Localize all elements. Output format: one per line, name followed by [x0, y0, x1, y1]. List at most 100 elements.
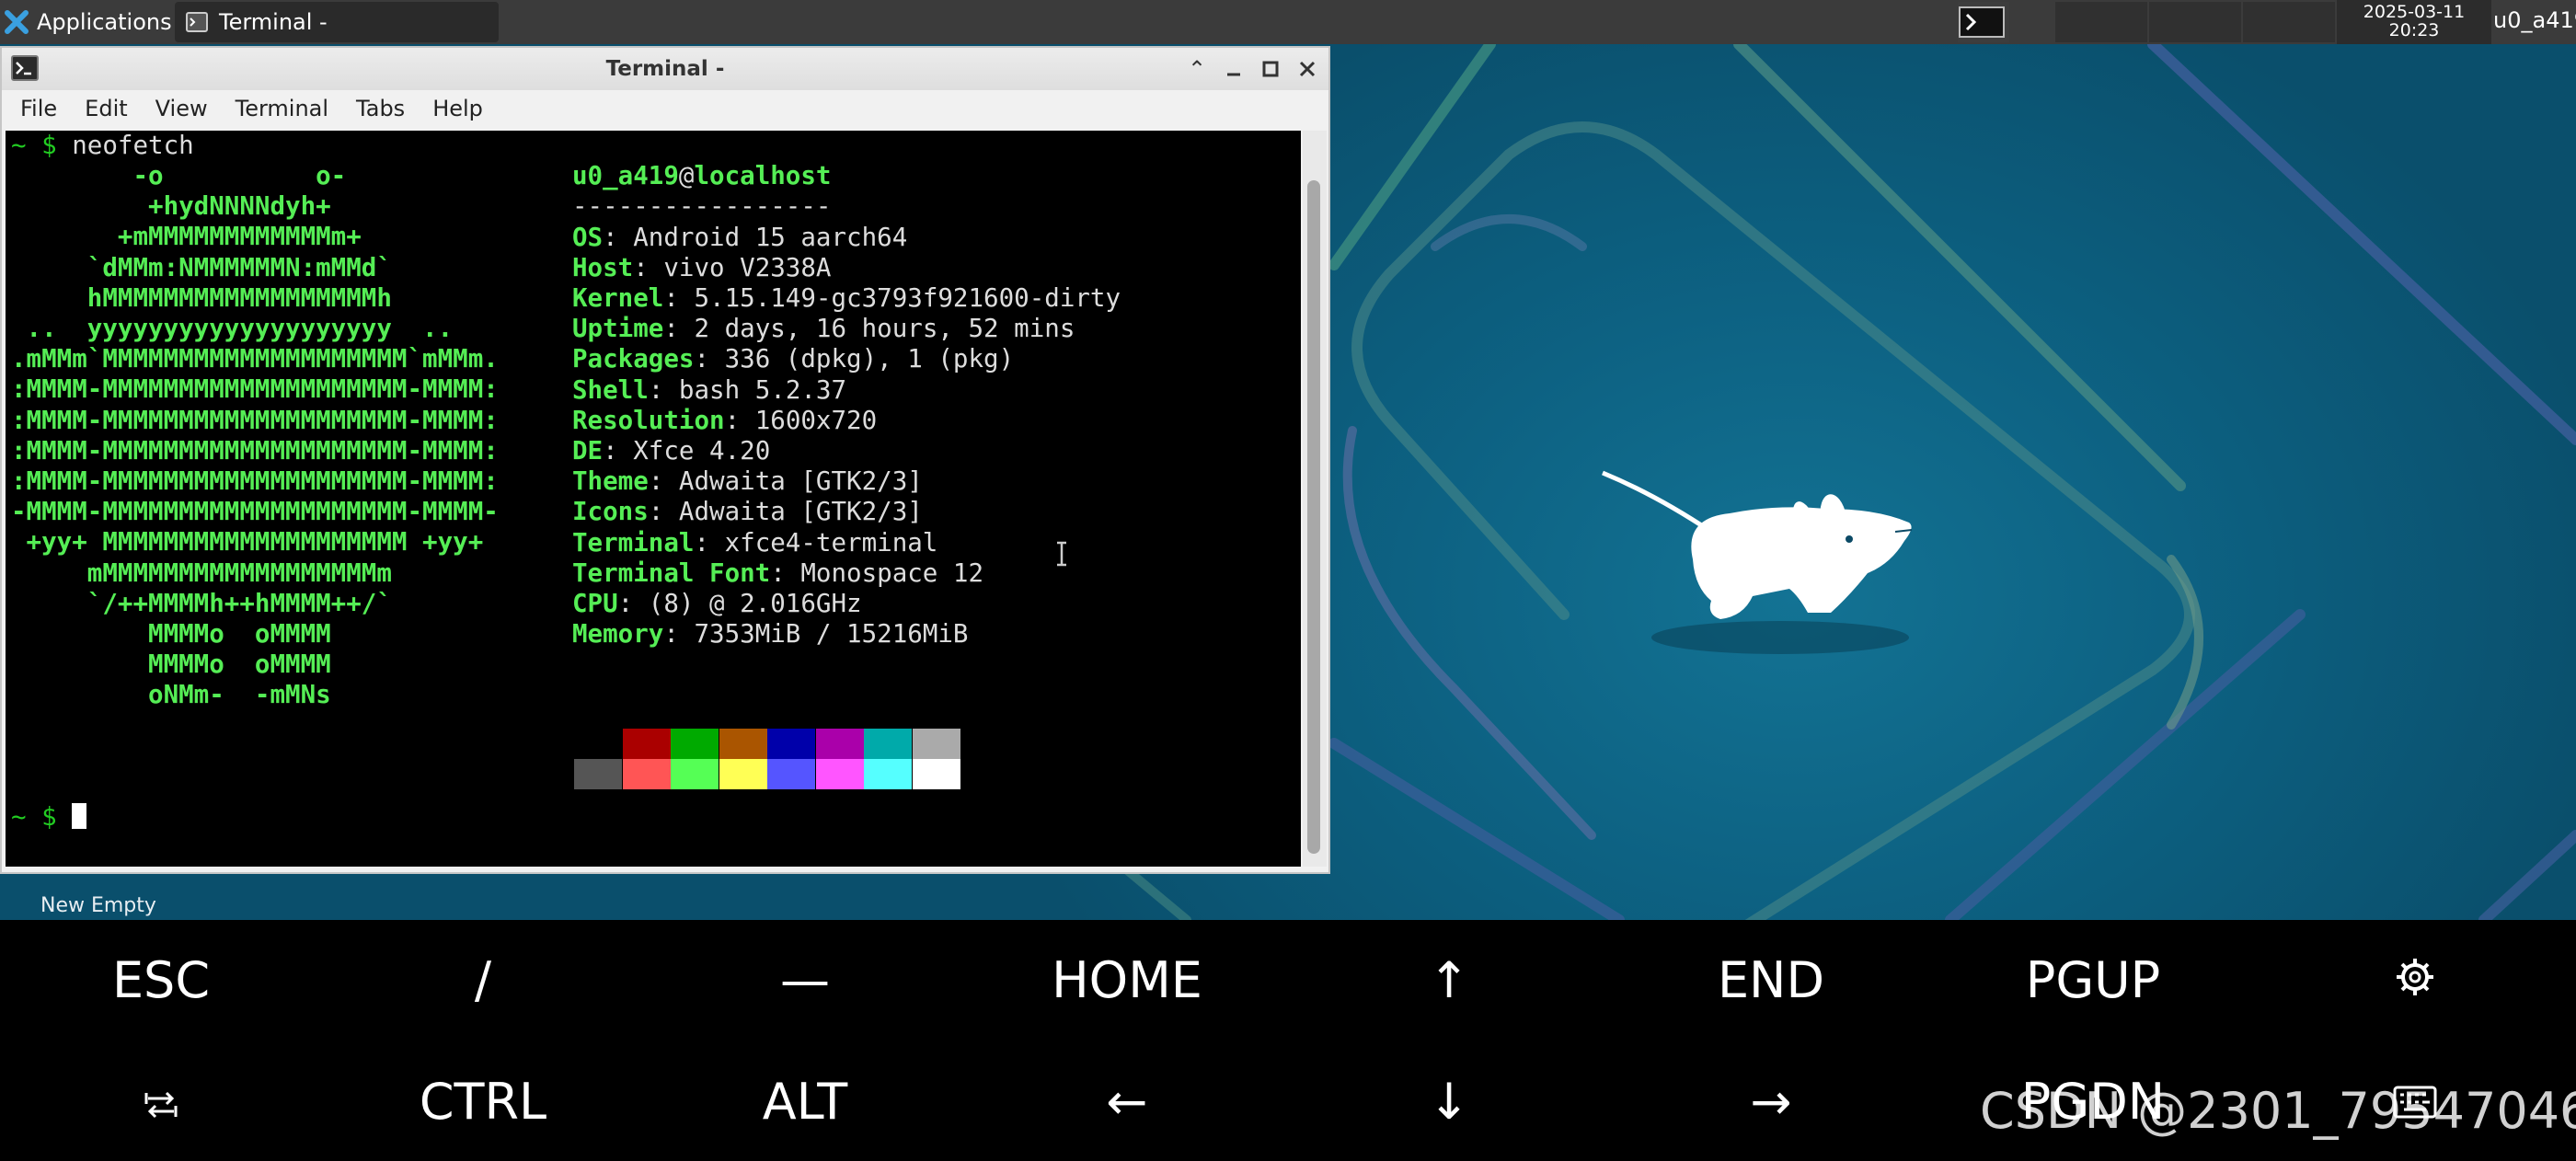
- key-button[interactable]: HOME: [966, 920, 1288, 1040]
- color-swatch: [574, 759, 622, 789]
- clock[interactable]: 2025-03-11 20:23: [2337, 0, 2491, 44]
- key-button[interactable]: ALT: [644, 1041, 966, 1161]
- user-name: u0_a419: [572, 161, 679, 190]
- color-swatch: [912, 729, 960, 759]
- info-row: Terminal: xfce4-terminal: [572, 528, 937, 558]
- user-menu[interactable]: u0_a419: [2486, 0, 2576, 44]
- logo-line: `/++MMMMh++hMMMM++/`: [11, 588, 392, 618]
- color-swatch: [767, 729, 815, 759]
- key-button[interactable]: /: [322, 920, 644, 1040]
- logo-line: +mMMMMMMMMMMMMm+: [11, 222, 362, 252]
- info-value: Monospace 12: [800, 558, 984, 588]
- key-button[interactable]: →: [1610, 1041, 1932, 1161]
- taskbar-button-label: Terminal -: [219, 9, 328, 35]
- info-colon: :: [648, 374, 679, 405]
- logo-line: :MMMM-MMMMMMMMMMMMMMMMMMMM-MMMM:: [11, 374, 499, 405]
- info-row: Terminal Font: Monospace 12: [572, 558, 983, 589]
- info-row: Kernel: 5.15.149-gc3793f921600-dirty: [572, 283, 1121, 314]
- info-key: Kernel: [572, 283, 664, 313]
- info-key: Shell: [572, 374, 649, 405]
- window-title: Terminal -: [605, 57, 725, 81]
- key-button[interactable]: —: [644, 920, 966, 1040]
- info-value: 2 days, 16 hours, 52 mins: [694, 314, 1075, 344]
- logo-line: .mMMm`MMMMMMMMMMMMMMMMMMMM`mMMm.: [11, 344, 499, 374]
- workspace-1[interactable]: [1958, 2, 2009, 42]
- menu-help[interactable]: Help: [414, 96, 492, 121]
- menu-tabs[interactable]: Tabs: [338, 96, 414, 121]
- color-swatch: [622, 729, 671, 759]
- color-swatch: [815, 729, 864, 759]
- logo-line: :MMMM-MMMMMMMMMMMMMMMMMMMM-MMMM:: [11, 435, 499, 466]
- info-colon: :: [770, 558, 801, 588]
- workspace-3[interactable]: [2149, 2, 2241, 42]
- desktop-icon-label[interactable]: New Empty: [40, 894, 156, 917]
- info-key: Uptime: [572, 314, 664, 344]
- key-button[interactable]: ←: [966, 1041, 1288, 1161]
- info-colon: :: [603, 222, 634, 252]
- scrollbar[interactable]: [1303, 131, 1327, 867]
- info-value: 1600x720: [754, 405, 878, 435]
- xfce-mouse-mascot: [1602, 470, 1912, 619]
- scrollbar-thumb[interactable]: [1307, 180, 1320, 854]
- info-row: DE: Xfce 4.20: [572, 436, 770, 466]
- window-titlebar[interactable]: Terminal - ⌃: [2, 48, 1328, 90]
- top-panel: Applications Terminal - 2025-03-11 20:23…: [0, 0, 2576, 44]
- workspace-4[interactable]: [2243, 2, 2335, 42]
- menu-file[interactable]: File: [2, 96, 66, 121]
- info-row: Theme: Adwaita [GTK2/3]: [572, 466, 923, 497]
- info-key: DE: [572, 436, 604, 466]
- key-settings[interactable]: [2254, 920, 2576, 1040]
- info-row: OS: Android 15 aarch64: [572, 223, 907, 253]
- key-tab[interactable]: [0, 1041, 322, 1161]
- menu-terminal[interactable]: Terminal: [217, 96, 338, 121]
- tab-icon: [144, 1073, 178, 1131]
- info-value: xfce4-terminal: [724, 527, 938, 558]
- info-key: Memory: [572, 619, 664, 649]
- terminal-output[interactable]: ~ $ neofetch -o o- +hydNNNNdyh+ +mMMMMMM…: [6, 131, 1301, 867]
- key-button[interactable]: CTRL: [322, 1041, 644, 1161]
- color-swatch: [671, 729, 719, 759]
- key-button[interactable]: PGUP: [1932, 920, 2254, 1040]
- info-colon: :: [603, 436, 634, 466]
- info-value: Xfce 4.20: [633, 436, 771, 466]
- color-swatch: [767, 759, 815, 789]
- color-swatch: [622, 759, 671, 789]
- taskbar-button-terminal[interactable]: Terminal -: [175, 2, 499, 42]
- info-key: Theme: [572, 466, 649, 497]
- info-colon: :: [663, 619, 695, 649]
- key-button[interactable]: ↓: [1288, 1041, 1610, 1161]
- info-colon: :: [724, 405, 755, 435]
- info-value: 336 (dpkg), 1 (pkg): [724, 344, 1015, 374]
- terminal-icon: [1959, 6, 2005, 38]
- info-row: Icons: Adwaita [GTK2/3]: [572, 497, 923, 527]
- info-key: Terminal Font: [572, 558, 771, 588]
- logo-line: MMMMo oMMMM: [11, 649, 331, 680]
- logo-line: -MMMM-MMMMMMMMMMMMMMMMMMMM-MMMM-: [11, 497, 499, 527]
- close-button[interactable]: [1292, 53, 1323, 85]
- info-row: Host: vivo V2338A: [572, 253, 831, 283]
- shade-button[interactable]: ⌃: [1181, 53, 1213, 85]
- info-row: Memory: 7353MiB / 15216MiB: [572, 619, 968, 649]
- info-colon: :: [633, 252, 664, 282]
- info-colon: :: [648, 466, 679, 497]
- separator: -----------------: [572, 191, 832, 221]
- close-icon: [1299, 61, 1316, 77]
- key-button[interactable]: END: [1610, 920, 1932, 1040]
- command-line: ~ $ neofetch: [11, 131, 194, 161]
- key-button[interactable]: ESC: [0, 920, 322, 1040]
- workspace-2[interactable]: [2055, 2, 2147, 42]
- applications-menu[interactable]: Applications: [0, 0, 172, 44]
- terminal-icon: [186, 12, 208, 32]
- info-value: Adwaita [GTK2/3]: [678, 497, 923, 527]
- clock-time: 20:23: [2388, 20, 2440, 40]
- host-name: localhost: [694, 161, 832, 190]
- menu-bar: File Edit View Terminal Tabs Help: [2, 90, 1328, 127]
- info-colon: :: [694, 344, 725, 374]
- menu-view[interactable]: View: [137, 96, 217, 121]
- key-button[interactable]: ↑: [1288, 920, 1610, 1040]
- menu-edit[interactable]: Edit: [66, 96, 136, 121]
- info-colon: :: [617, 589, 649, 618]
- maximize-button[interactable]: [1255, 53, 1286, 85]
- minimize-button[interactable]: [1218, 53, 1249, 85]
- info-colon: :: [663, 314, 695, 344]
